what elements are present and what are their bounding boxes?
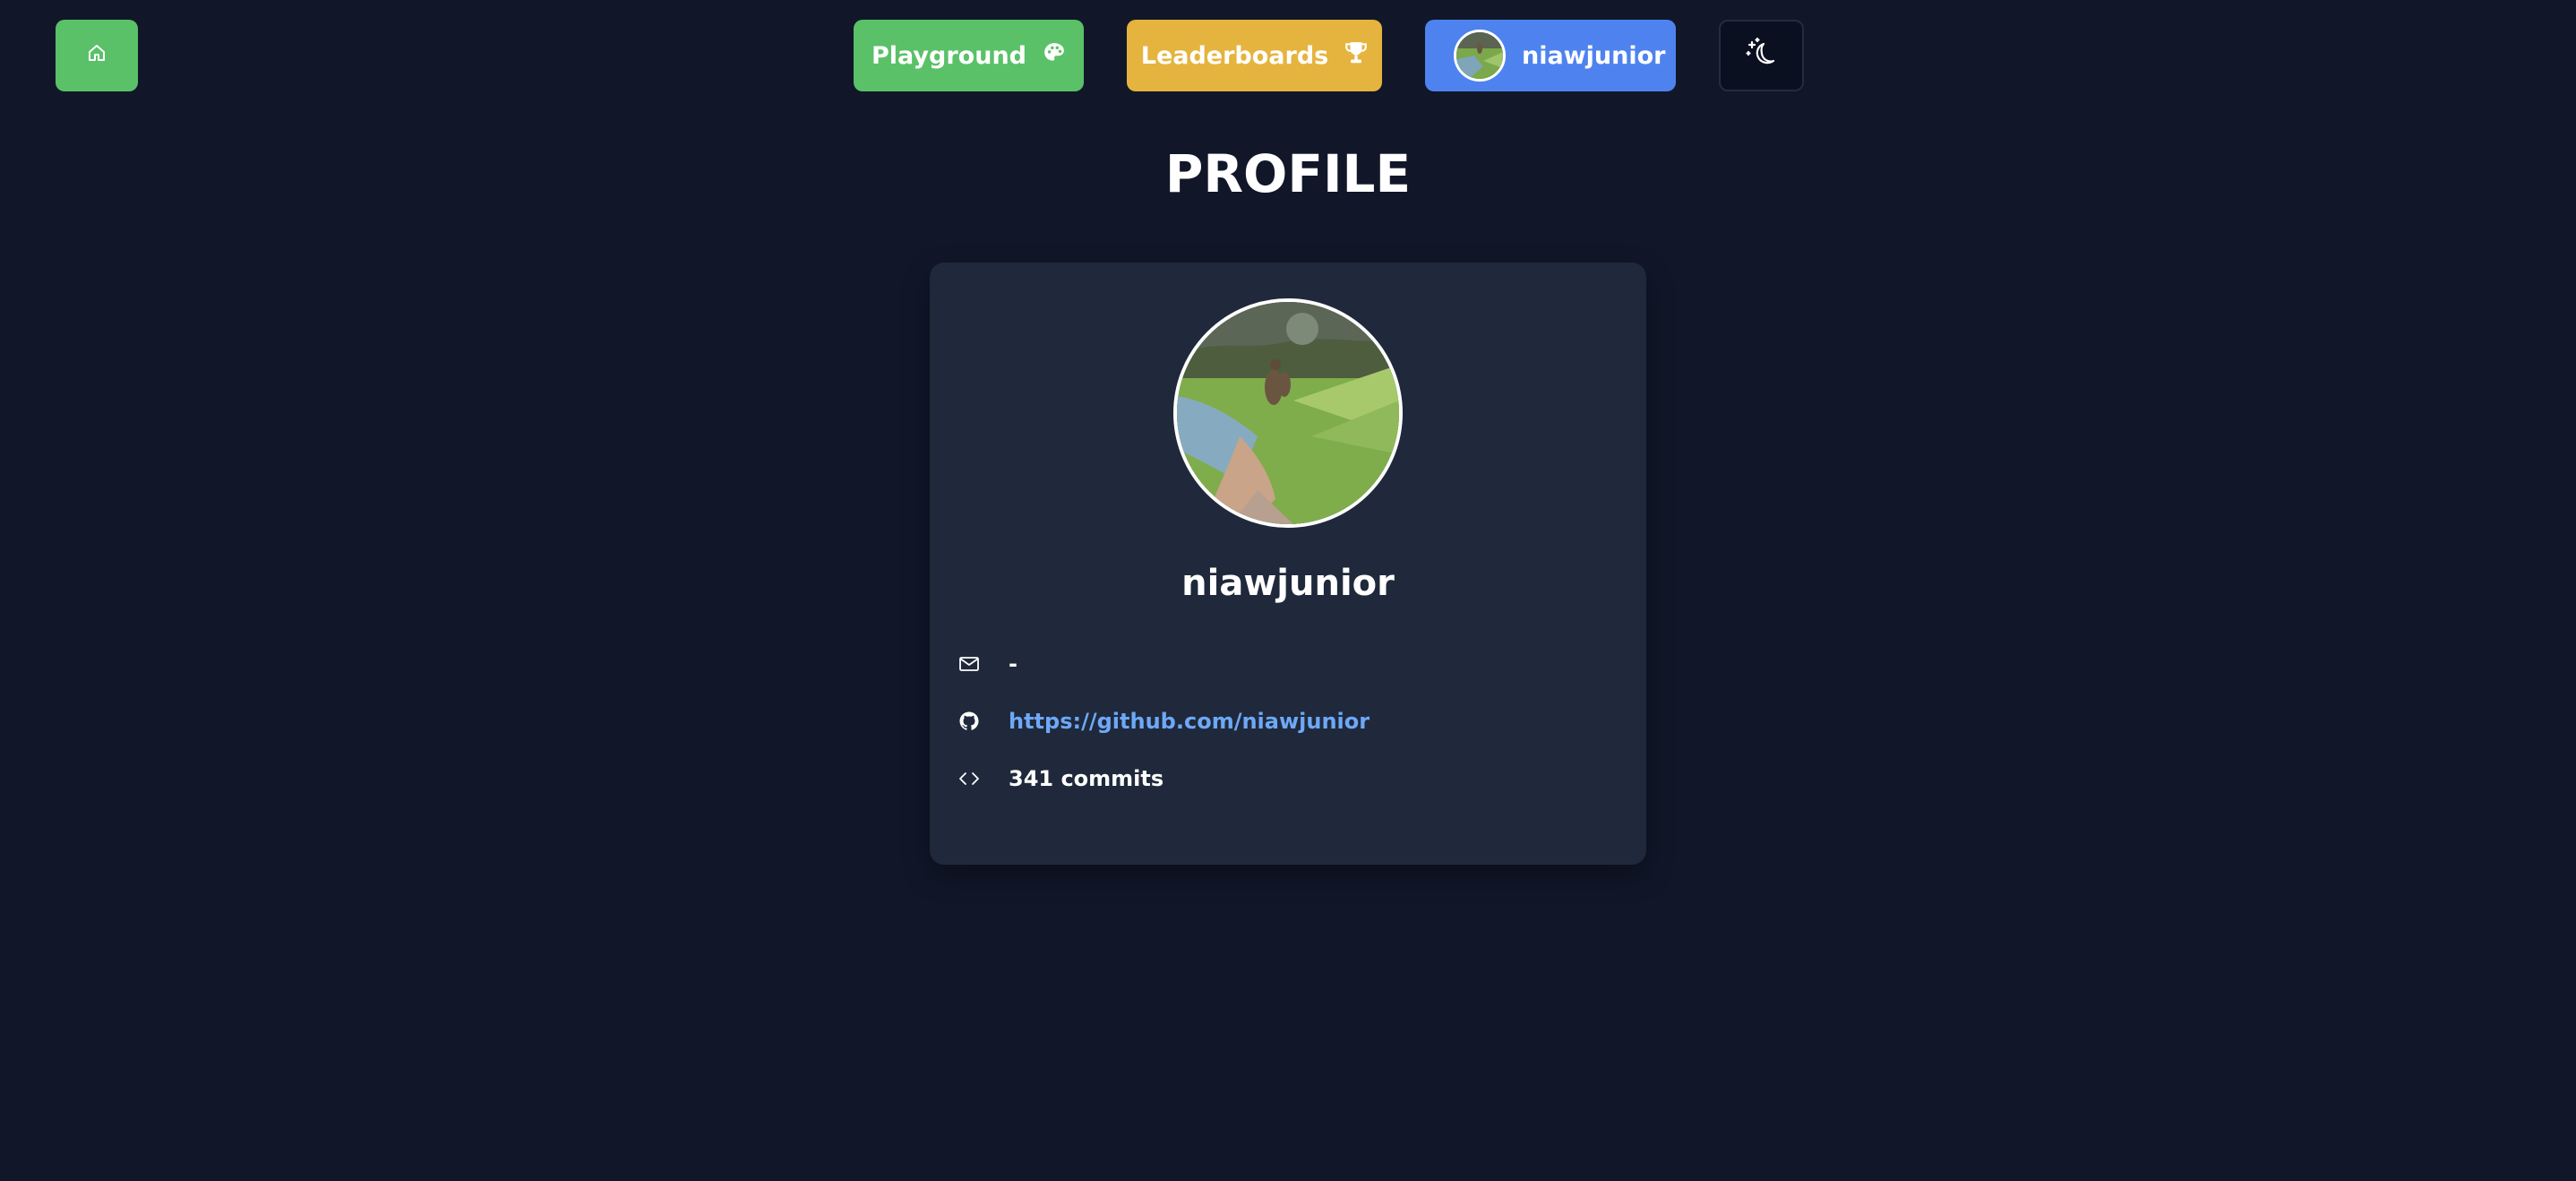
palette-icon (1043, 41, 1066, 71)
mail-icon (957, 651, 982, 677)
moon-stars-icon (1744, 35, 1780, 77)
home-button[interactable] (56, 20, 138, 91)
github-row: https://github.com/niawjunior (957, 703, 1619, 739)
github-icon (957, 709, 982, 734)
code-icon (957, 766, 982, 791)
profile-label: niawjunior (1522, 41, 1666, 70)
commits-row: 341 commits (957, 761, 1619, 797)
profile-card: niawjunior - https://github.com/niawjuni… (930, 263, 1646, 865)
profile-username: niawjunior (1181, 563, 1395, 604)
avatar (1454, 30, 1506, 82)
theme-toggle-button[interactable] (1719, 20, 1804, 91)
playground-button[interactable]: Playground (854, 20, 1084, 91)
github-link[interactable]: https://github.com/niawjunior (1009, 709, 1370, 734)
email-value: - (1009, 651, 1018, 677)
email-row: - (957, 646, 1619, 682)
page-title: PROFILE (1164, 143, 1412, 204)
playground-label: Playground (872, 41, 1026, 70)
commits-value: 341 commits (1009, 766, 1164, 791)
home-icon (86, 42, 107, 70)
profile-avatar (1173, 298, 1403, 528)
trophy-icon (1344, 40, 1368, 72)
profile-button[interactable]: niawjunior (1425, 20, 1676, 91)
leaderboards-button[interactable]: Leaderboards (1127, 20, 1382, 91)
leaderboards-label: Leaderboards (1140, 41, 1329, 70)
